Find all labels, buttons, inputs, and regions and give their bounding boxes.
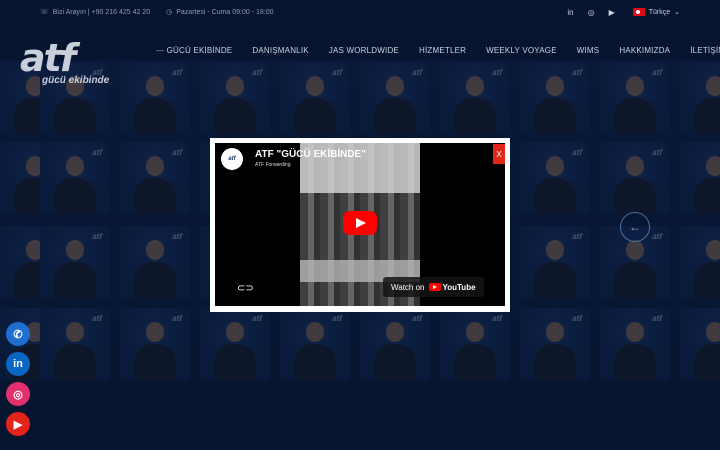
video-modal: ATF "GÜCÜ EKİBİNDE" ATF Forwarding ⊂⊃ Wa… — [210, 138, 510, 312]
channel-avatar[interactable]: atf — [221, 148, 243, 170]
working-hours-text: Pazartesi - Cuma 09:00 - 18:00 — [176, 8, 274, 16]
turkey-flag-icon — [632, 8, 645, 16]
floating-social-bar: ✆ in ◎ ▶ — [6, 322, 30, 436]
nav-item-iletisim[interactable]: İLETİŞİM — [690, 46, 720, 55]
watch-on-label: Watch on — [391, 282, 425, 292]
nav-item-wims[interactable]: WIMS — [577, 46, 600, 55]
youtube-logo: YouTube — [428, 282, 476, 292]
nav-item-weekly-voyage[interactable]: WEEKLY VOYAGE — [486, 46, 557, 55]
link-icon[interactable]: ⊂⊃ — [237, 283, 254, 294]
nav-item-hizmetler[interactable]: HİZMETLER — [419, 46, 466, 55]
logo-tagline: gücü ekibinde — [42, 75, 110, 86]
video-channel[interactable]: ATF Forwarding — [255, 162, 290, 168]
working-hours: ◷ Pazartesi - Cuma 09:00 - 18:00 — [166, 8, 274, 17]
top-social-links: in ◎ ▶ — [567, 8, 614, 17]
instagram-top-icon[interactable]: ◎ — [588, 8, 595, 17]
logo-mark: atf — [20, 36, 76, 80]
linkedin-top-icon[interactable]: in — [567, 8, 573, 17]
nav-item-hakkimizda[interactable]: HAKKIMIZDA — [619, 46, 670, 55]
site-header: atf gücü ekibinde GÜCÜ EKİBİNDE DANIŞMAN… — [0, 24, 720, 86]
youtube-play-icon — [428, 283, 441, 291]
atf-logo[interactable]: atf gücü ekibinde — [20, 30, 130, 86]
youtube-icon[interactable]: ▶ — [6, 412, 30, 436]
nav-item-gucu-ekibinde[interactable]: GÜCÜ EKİBİNDE — [156, 46, 233, 55]
youtube-wordmark: YouTube — [442, 282, 476, 292]
main-nav: GÜCÜ EKİBİNDE DANIŞMANLIK JAS WORLDWIDE … — [156, 46, 720, 55]
video-title[interactable]: ATF "GÜCÜ EKİBİNDE" — [255, 149, 366, 160]
nav-item-danismanlik[interactable]: DANIŞMANLIK — [252, 46, 308, 55]
close-button[interactable]: X — [493, 144, 505, 164]
youtube-top-icon[interactable]: ▶ — [609, 8, 615, 17]
nav-item-jas-worldwide[interactable]: JAS WORLDWIDE — [329, 46, 399, 55]
linkedin-icon[interactable]: in — [6, 352, 30, 376]
contact-phone[interactable]: ☏ Bizi Arayın | +90 216 425 42 20 — [40, 8, 151, 17]
language-label: Türkçe — [648, 8, 671, 16]
contact-phone-text: Bizi Arayın | +90 216 425 42 20 — [52, 8, 151, 16]
top-bar: ☏ Bizi Arayın | +90 216 425 42 20 ◷ Paza… — [0, 0, 720, 24]
play-icon[interactable] — [343, 211, 377, 235]
chevron-down-icon: ⌄ — [674, 9, 680, 16]
clock-icon: ◷ — [166, 9, 173, 16]
phone-small-icon: ☏ — [40, 9, 49, 16]
phone-icon[interactable]: ✆ — [6, 322, 30, 346]
arrow-left-icon[interactable]: ← — [620, 212, 650, 242]
youtube-embed[interactable]: ATF "GÜCÜ EKİBİNDE" ATF Forwarding ⊂⊃ Wa… — [215, 143, 505, 306]
language-selector[interactable]: Türkçe ⌄ — [632, 8, 680, 16]
watch-on-youtube-button[interactable]: Watch on YouTube — [383, 277, 484, 297]
instagram-icon[interactable]: ◎ — [6, 382, 30, 406]
